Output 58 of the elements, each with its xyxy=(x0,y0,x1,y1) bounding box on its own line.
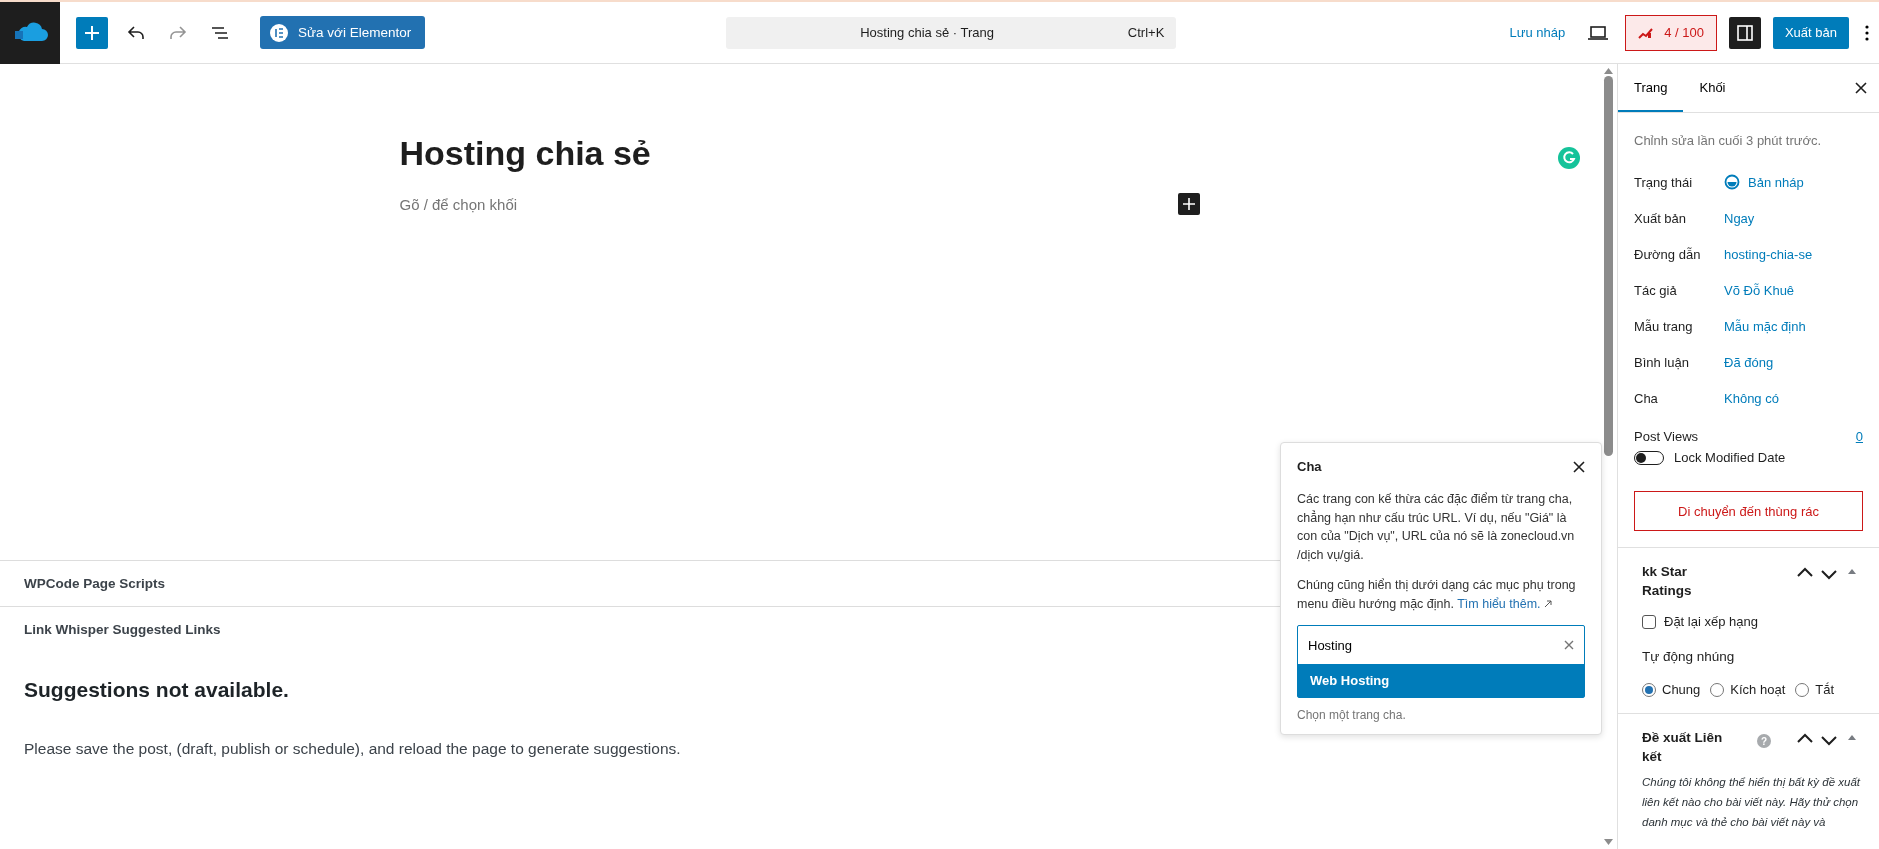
suggestions-message: Please save the post, (draft, publish or schedule), and reload the page to generate suggestions. xyxy=(24,740,682,758)
field-label: Đường dẫn xyxy=(1634,246,1702,262)
auto-embed-label: Tự động nhúng xyxy=(1642,649,1736,664)
logo-icon[interactable] xyxy=(0,2,60,64)
close-icon[interactable] xyxy=(1855,82,1867,94)
plus-icon xyxy=(1182,198,1195,210)
field-value-link[interactable]: Đã đóng xyxy=(1724,354,1774,370)
radio-label: Kích hoạt xyxy=(1730,682,1786,697)
block-placeholder[interactable]: Gõ / để chọn khối xyxy=(399,195,518,213)
sidebar-toggle-icon[interactable] xyxy=(1728,16,1761,49)
post-views-label: Post Views xyxy=(1634,428,1699,444)
post-views-link[interactable]: 0 xyxy=(1855,428,1863,444)
suggestions-heading: Suggestions not available. xyxy=(24,678,289,702)
toggle-label: Lock Modified Date xyxy=(1674,450,1786,465)
close-icon[interactable] xyxy=(1573,460,1585,473)
parent-search-field[interactable]: Hosting Web Hosting xyxy=(1297,625,1585,698)
field-value-link[interactable]: Bản nháp xyxy=(1748,174,1804,190)
field-value-link[interactable]: Mẫu mặc định xyxy=(1724,318,1806,334)
field-label: Xuất bản xyxy=(1634,210,1688,226)
radio-label: Chung xyxy=(1662,682,1701,697)
scroll-up-icon[interactable] xyxy=(1603,68,1613,74)
field-label: Bình luận xyxy=(1634,354,1690,370)
sidebar-tab[interactable]: Trang xyxy=(1618,64,1684,112)
save-draft-link[interactable]: Lưu nháp xyxy=(1503,19,1572,46)
field-value-link[interactable]: hosting-chia-se xyxy=(1724,246,1813,262)
checkbox-label: Đặt lại xếp hạng xyxy=(1664,614,1758,629)
field-value-link[interactable]: Không có xyxy=(1724,390,1779,406)
popover-help-text: Chọn một trang cha. xyxy=(1297,708,1407,722)
seo-score-button[interactable]: 4 / 100 xyxy=(1625,14,1717,51)
link-suggestions-text: Chúng tôi không thể hiển thị bất kỳ đề xuất liên kết nào cho bài viết này. Hãy thử chọn danh mục và thẻ cho bài viết này và xyxy=(1642,775,1862,830)
radio-label: Tắt xyxy=(1815,682,1835,697)
suggestion-option[interactable]: Web Hosting xyxy=(1298,664,1584,697)
chart-icon xyxy=(1638,26,1655,39)
command-bar[interactable]: Hosting chia sẻ · Trang Ctrl+K xyxy=(726,16,1177,49)
field-label: Cha xyxy=(1634,390,1659,406)
move-to-trash-button[interactable]: Di chuyển đến thùng rác xyxy=(1634,491,1863,531)
field-value-link[interactable]: Võ Đỗ Khuê xyxy=(1724,282,1795,298)
panel-title: kk Star Ratings xyxy=(1642,563,1693,600)
reset-checkbox[interactable] xyxy=(1642,614,1656,629)
last-edited-text: Chỉnh sửa lần cuối 3 phút trước. xyxy=(1634,133,1823,148)
field-label: Tác giả xyxy=(1634,282,1678,298)
draft-status-icon xyxy=(1724,174,1740,190)
field-label: Trạng thái xyxy=(1634,174,1694,190)
external-link-icon xyxy=(1544,599,1553,608)
elementor-icon xyxy=(270,23,288,42)
plus-icon xyxy=(83,23,101,42)
popover-title: Cha xyxy=(1297,459,1322,474)
scrollbar-thumb[interactable] xyxy=(1603,76,1613,456)
panel-title: Đề xuất Liên kết xyxy=(1642,729,1724,766)
field-value-link[interactable]: Ngay xyxy=(1724,210,1755,226)
clear-icon[interactable] xyxy=(1564,640,1574,650)
field-label: Mẫu trang xyxy=(1634,318,1694,334)
page-title[interactable]: Hosting chia sẻ xyxy=(399,134,1200,173)
add-block-button[interactable] xyxy=(1177,193,1200,215)
edit-with-elementor-button[interactable]: Sửa với Elementor xyxy=(260,16,426,49)
publish-button[interactable]: Xuất bản xyxy=(1772,16,1849,49)
scroll-down-icon[interactable] xyxy=(1603,839,1613,845)
sidebar-tab[interactable]: Khối xyxy=(1683,64,1742,112)
